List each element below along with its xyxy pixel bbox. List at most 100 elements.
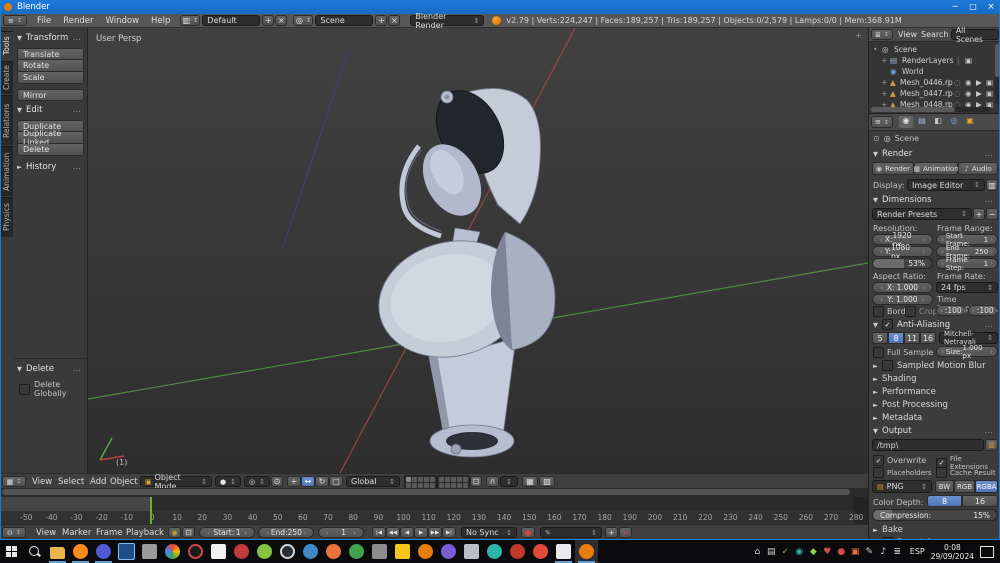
menu-marker[interactable]: Marker [62, 528, 91, 538]
search-button[interactable] [23, 540, 46, 563]
panel-dimensions-header[interactable]: ▼ Dimensions… [873, 195, 997, 205]
menu-view[interactable]: View [36, 528, 56, 538]
scene-add-button[interactable]: + [375, 15, 388, 26]
usb-icon[interactable]: ▤ [765, 547, 778, 557]
frame-step-field[interactable]: Frame Step:1 [936, 256, 998, 272]
render-button[interactable]: ◉ Render [872, 162, 914, 175]
cursor-select-icon[interactable]: ▶ [976, 88, 982, 99]
editor-type-button[interactable]: ⊙ ↕ [2, 527, 26, 538]
render-toggle-icon[interactable]: ▣ [965, 55, 972, 66]
browse-folder-button[interactable]: ▥ [985, 439, 998, 451]
green-app-icon[interactable] [253, 540, 276, 563]
shelf-tab-physics[interactable]: Physics [0, 197, 13, 237]
scene-field[interactable]: Scene [315, 15, 374, 26]
jump-to-end-button[interactable]: ▶| [442, 527, 456, 538]
render-opengl-button[interactable]: ▦ [522, 476, 538, 487]
panel-bake-header[interactable]: ► Bake [873, 525, 997, 535]
timeline-canvas[interactable] [0, 497, 868, 511]
manipulator-rotate[interactable]: ↻ [315, 476, 329, 487]
scene-browse-icon[interactable]: ◎ ↕ [293, 15, 314, 26]
duplicate-linked-button[interactable]: Duplicate Linked [17, 129, 84, 147]
expander-icon[interactable]: • [873, 44, 877, 55]
menu-search[interactable]: Search [921, 30, 948, 39]
shading-select[interactable]: ● ↕ [215, 476, 241, 487]
overwrite-checkbox[interactable]: ✓ [873, 455, 884, 466]
layer-toggle[interactable] [451, 477, 456, 482]
panel-motion-blur-header[interactable]: ► Sampled Motion Blur [873, 360, 997, 371]
status-icon[interactable]: ● [835, 547, 848, 557]
scene-delete-button[interactable]: × [388, 15, 401, 26]
display-options-button[interactable]: ▥ [986, 179, 998, 191]
aa-size-field[interactable]: Size:1.000 px [936, 344, 998, 360]
white-box-app-icon[interactable] [552, 540, 575, 563]
pen-icon[interactable]: ✎ [863, 547, 876, 557]
layer-toggle[interactable] [430, 477, 435, 482]
planet-app-icon[interactable] [299, 540, 322, 563]
insert-keyframe-button[interactable]: + [605, 527, 618, 538]
minimize-button[interactable]: ─ [946, 2, 964, 12]
maximize-button[interactable]: □ [964, 2, 982, 12]
current-frame-field[interactable]: 1 [318, 527, 364, 538]
manipulator-toggle[interactable]: + [287, 476, 301, 487]
dome-app-icon[interactable] [230, 540, 253, 563]
overwrite-option[interactable]: ✓ Overwrite [873, 455, 926, 466]
rotate-button[interactable]: Rotate [17, 60, 84, 72]
translate-button[interactable]: Translate [17, 48, 84, 60]
border-checkbox[interactable] [873, 306, 884, 317]
leaf-icon[interactable]: ◆ [807, 547, 820, 557]
file-explorer-icon[interactable] [46, 540, 69, 563]
language-indicator[interactable]: ESP [910, 547, 925, 556]
panel-render-header[interactable]: ▼ Render… [873, 149, 997, 159]
menu-select[interactable]: Select [58, 477, 84, 487]
restrict-icon[interactable]: ◌ [954, 77, 961, 88]
next-keyframe-button[interactable]: ▶▶ [428, 527, 442, 538]
mirror-button[interactable]: Mirror [17, 89, 84, 101]
layer-toggle[interactable] [406, 477, 411, 482]
crop-checkbox[interactable] [905, 306, 916, 317]
screen-recorder-icon[interactable] [184, 540, 207, 563]
eye-icon[interactable]: ◉ [965, 88, 972, 99]
jump-to-start-button[interactable]: |◀ [372, 527, 386, 538]
fps-select[interactable]: 24 fps ↕ [936, 282, 998, 293]
manipulator-scale[interactable]: ▢ [329, 476, 343, 487]
purple-app-icon[interactable] [437, 540, 460, 563]
antialiasing-checkbox[interactable]: ✓ [882, 319, 893, 330]
restrict-icon[interactable]: ◌ [954, 88, 961, 99]
panel-antialiasing-header[interactable]: ▼ ✓ Anti-Aliasing… [873, 319, 997, 330]
layer-toggle[interactable] [412, 477, 417, 482]
outliner-row-mesh[interactable]: + ▲ Mesh_0447.rp | ◌ ◉ ▶ ▣ [869, 88, 1000, 99]
eye-icon[interactable]: ◉ [965, 77, 972, 88]
file-format-select[interactable]: ▤ PNG ↕ [872, 480, 932, 493]
aa-filter-select[interactable]: Mitchell-Netravali ↕ [939, 330, 998, 346]
timeline-ruler[interactable]: -50 -40 -30 -20 -10 0 10 20 30 40 50 60 70 80 90 100 110… [0, 511, 868, 524]
crop-option[interactable]: Crop [905, 306, 938, 317]
camera-render-icon[interactable]: ▣ [986, 88, 993, 99]
outliner-row-renderlayers[interactable]: + ▤ RenderLayers | ▣ [869, 55, 1000, 66]
menu-playback[interactable]: Playback [126, 528, 164, 538]
aa-samples-11[interactable]: 11 [904, 332, 920, 344]
end-frame-field[interactable]: End:250 [258, 527, 314, 538]
outliner-row-mesh[interactable]: + ▲ Mesh_0446.rp | ◌ ◉ ▶ ▣ [869, 77, 1000, 88]
menu-window[interactable]: Window [106, 16, 140, 26]
panel-operator-header[interactable]: ▼ Delete … [17, 364, 85, 374]
render-animation-button[interactable]: ▦ Animation [913, 162, 959, 175]
full-sample-option[interactable]: Full Sample [873, 347, 933, 358]
placeholders-checkbox[interactable] [873, 467, 884, 478]
outliner-vscrollbar[interactable] [995, 44, 999, 104]
panel-shading-header[interactable]: ► Shading [873, 374, 997, 384]
delete-button[interactable]: Delete [17, 144, 84, 156]
layer-toggle[interactable] [457, 477, 462, 482]
shelf-tab-create[interactable]: Create [0, 61, 13, 94]
pin-icon[interactable]: ⊙ [873, 134, 880, 143]
firefox-icon[interactable] [69, 540, 92, 563]
sync-icon[interactable]: ◉ [793, 547, 806, 557]
box-icon[interactable]: ▣ [849, 547, 862, 557]
outliner-hscrollbar[interactable] [871, 107, 991, 112]
menu-render[interactable]: Render [63, 16, 93, 26]
camera-app-icon[interactable] [368, 540, 391, 563]
antivirus-icon[interactable]: ✓ [779, 547, 792, 557]
expander-icon[interactable]: + [881, 55, 887, 66]
paint-app-icon[interactable] [207, 540, 230, 563]
play-button[interactable]: ▶ [414, 527, 428, 538]
snipping-tool-icon[interactable] [115, 540, 138, 563]
